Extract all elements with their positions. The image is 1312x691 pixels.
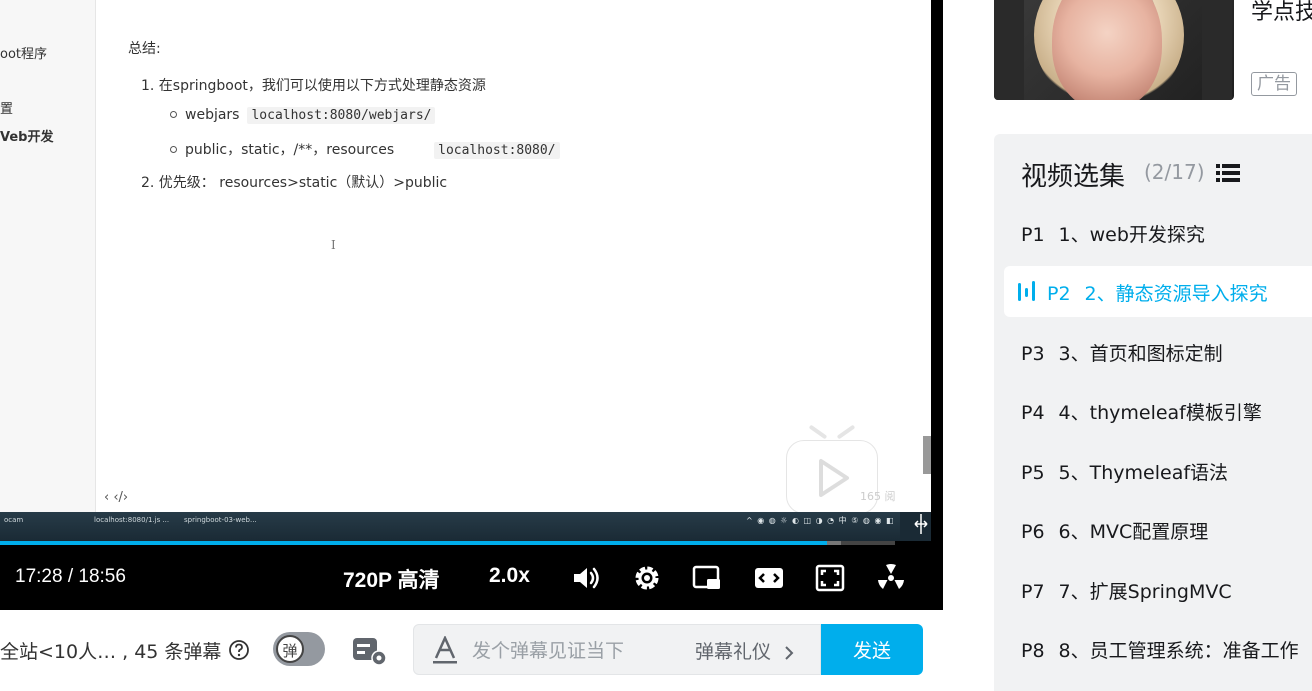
help-icon[interactable]: [228, 639, 250, 661]
bullet-icon: [170, 145, 177, 153]
playlist-item-title: 8、员工管理系统：准备工作: [1058, 640, 1299, 662]
logo-ear: [836, 424, 856, 440]
ad-title[interactable]: 学点技: [1251, 0, 1312, 26]
player-controls: 17:28 / 18:56 720P 高清 2.0x: [0, 555, 943, 601]
playlist-item-number: P4: [1021, 402, 1045, 424]
fullscreen-icon[interactable]: [815, 563, 845, 593]
video-player[interactable]: oot程序 置 Veb开发 总结: 1. 在springboot，我们可以使用以…: [0, 0, 943, 610]
settings-icon[interactable]: [632, 563, 662, 593]
doc-list-item: 1. 在springboot，我们可以使用以下方式处理静态资源: [141, 78, 486, 94]
doc-list-item: 2. 优先级： resources>static（默认）>public: [141, 175, 448, 191]
danmaku-input-container: 弹幕礼仪: [413, 624, 821, 675]
playlist-item-number: P7: [1021, 581, 1045, 603]
mouse-pointer-icon: [914, 514, 928, 534]
bullet-icon: [170, 110, 177, 118]
send-button[interactable]: 发送: [821, 624, 923, 675]
danmaku-etiquette-label: 弹幕礼仪: [695, 641, 772, 663]
page: oot程序 置 Veb开发 总结: 1. 在springboot，我们可以使用以…: [0, 0, 1312, 691]
text-cursor-icon: I: [331, 238, 336, 252]
doc-sub-text: public，static，/**，resources: [185, 142, 395, 158]
playlist-item[interactable]: P7 7、扩展SpringMVC: [1021, 577, 1232, 604]
playlist-title: 视频选集: [1021, 162, 1126, 192]
taskbar: ocam localhost:8080/1.js ... springboot-…: [0, 512, 931, 541]
playlist-count: (2/17): [1144, 160, 1205, 184]
ad-badge: 广告: [1251, 72, 1297, 96]
video-frame[interactable]: oot程序 置 Veb开发 总结: 1. 在springboot，我们可以使用以…: [0, 0, 931, 541]
playlist-item-title: 5、Thymeleaf语法: [1058, 462, 1229, 484]
playlist-item-title: 7、扩展SpringMVC: [1058, 581, 1232, 603]
playlist-item-number: P2: [1047, 283, 1071, 305]
ad-ui-panel: [1202, 0, 1232, 100]
playlist-item-active[interactable]: P2 2、静态资源导入探究: [1004, 266, 1312, 317]
playlist-item[interactable]: P3 3、首页和图标定制: [1021, 339, 1223, 366]
playlist-item[interactable]: P5 5、Thymeleaf语法: [1021, 458, 1228, 485]
taskbar-item: ocam: [4, 516, 24, 524]
danmaku-input[interactable]: [472, 637, 672, 665]
playlist-item-active-label: P2 2、静态资源导入探究: [1047, 279, 1268, 306]
doc-heading: 总结:: [128, 41, 161, 57]
volume-icon[interactable]: [571, 563, 601, 593]
doc-sub-text: webjars: [185, 107, 240, 123]
watermark: 165 阅: [860, 490, 896, 503]
doc-bottom-nav: ‹ ‹/›: [104, 490, 129, 505]
now-playing-icon: [1018, 281, 1035, 301]
playlist-item-number: P1: [1021, 224, 1045, 246]
list-view-icon[interactable]: [1216, 163, 1240, 183]
ad-face: [1052, 0, 1162, 100]
radiation-icon[interactable]: [876, 563, 906, 593]
danmaku-info: 全站<10人… , 45 条弹幕: [0, 641, 222, 663]
playlist-item[interactable]: P4 4、thymeleaf模板引擎: [1021, 398, 1262, 425]
ad-ui-panel: [994, 0, 1024, 100]
playlist-item[interactable]: P8 8、员工管理系统：准备工作: [1021, 636, 1299, 663]
danmaku-toggle-label: 弹: [276, 635, 304, 663]
time-display: 17:28 / 18:56: [15, 566, 126, 587]
playlist-item-title: 2、静态资源导入探究: [1084, 283, 1268, 305]
playlist-item-title: 1、web开发探究: [1058, 224, 1205, 246]
danmaku-toggle[interactable]: 弹: [273, 632, 325, 666]
progress-bar[interactable]: [0, 541, 895, 545]
widescreen-icon[interactable]: [754, 563, 784, 593]
miniplayer-icon[interactable]: [692, 563, 722, 593]
doc-code: localhost:8080/webjars/: [247, 107, 436, 124]
danmaku-bar: 全站<10人… , 45 条弹幕 弹 弹幕礼仪: [0, 610, 943, 691]
progress-played: [0, 541, 827, 545]
doc-sub-item: public，static，/**，resources localhost:808…: [170, 139, 560, 159]
doc-sub-item: webjars localhost:8080/webjars/: [170, 107, 436, 124]
playlist-item[interactable]: P1 1、web开发探究: [1021, 220, 1205, 247]
chevron-right-icon: [785, 645, 794, 660]
doc-sidebar-item: Veb开发: [0, 130, 54, 145]
taskbar-item: springboot-03-web...: [184, 516, 257, 524]
playlist-item-number: P5: [1021, 462, 1045, 484]
taskbar-item: localhost:8080/1.js ...: [94, 516, 170, 524]
system-tray: ^ ◉ ◍ ☼ ◐ ◫ ◑ ◔ 中 ⑤ ◍ ◉ ◧: [746, 516, 895, 525]
playlist-item-number: P8: [1021, 640, 1045, 662]
doc-scrollbar[interactable]: [923, 436, 931, 474]
playlist-item[interactable]: P6 6、MVC配置原理: [1021, 517, 1208, 544]
playlist-item-number: P3: [1021, 343, 1045, 365]
quality-button[interactable]: 720P 高清: [343, 564, 440, 594]
ad-thumbnail[interactable]: [994, 0, 1234, 100]
video-playlist: 视频选集 (2/17) P1 1、web开发探究 P2 2、静态资源导入探究 P3 3…: [994, 134, 1312, 691]
logo-ear: [808, 424, 828, 440]
doc-sidebar-item: oot程序: [0, 47, 48, 62]
playlist-item-number: P6: [1021, 521, 1045, 543]
danmaku-etiquette-link[interactable]: 弹幕礼仪: [695, 637, 795, 664]
playlist-item-title: 3、首页和图标定制: [1058, 343, 1223, 365]
playlist-item-title: 6、MVC配置原理: [1058, 521, 1209, 543]
danmaku-settings-icon[interactable]: [352, 635, 388, 667]
doc-sidebar-item: 置: [0, 102, 14, 117]
speed-button[interactable]: 2.0x: [489, 564, 530, 588]
font-style-icon[interactable]: [432, 636, 458, 664]
doc-sidebar: oot程序 置 Veb开发: [0, 0, 96, 512]
playlist-item-title: 4、thymeleaf模板引擎: [1058, 402, 1262, 424]
doc-code: localhost:8080/: [434, 142, 560, 159]
